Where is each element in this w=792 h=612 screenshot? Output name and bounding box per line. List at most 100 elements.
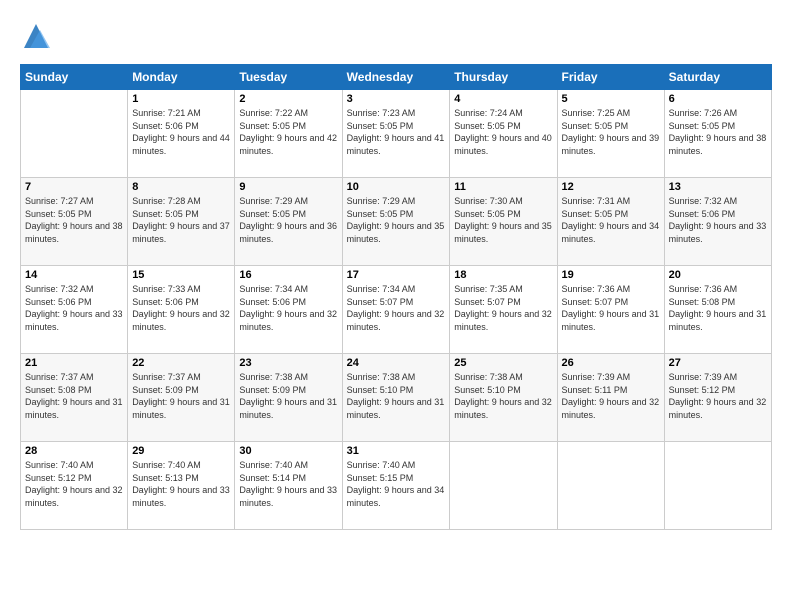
- day-info: Sunrise: 7:26 AMSunset: 5:05 PMDaylight:…: [669, 107, 767, 157]
- day-info: Sunrise: 7:34 AMSunset: 5:06 PMDaylight:…: [239, 283, 337, 333]
- calendar-week-row: 7 Sunrise: 7:27 AMSunset: 5:05 PMDaylight…: [21, 178, 772, 266]
- calendar-cell: 15 Sunrise: 7:33 AMSunset: 5:06 PMDayligh…: [128, 266, 235, 354]
- calendar-cell: [450, 442, 557, 530]
- day-number: 26: [562, 357, 660, 369]
- calendar-cell: 6 Sunrise: 7:26 AMSunset: 5:05 PMDaylight…: [664, 90, 771, 178]
- day-info: Sunrise: 7:40 AMSunset: 5:14 PMDaylight:…: [239, 459, 337, 509]
- calendar-header-row: SundayMondayTuesdayWednesdayThursdayFrid…: [21, 65, 772, 90]
- day-number: 18: [454, 269, 552, 281]
- day-number: 20: [669, 269, 767, 281]
- calendar-cell: 13 Sunrise: 7:32 AMSunset: 5:06 PMDayligh…: [664, 178, 771, 266]
- calendar-header-sunday: Sunday: [21, 65, 128, 90]
- day-number: 3: [347, 93, 446, 105]
- calendar-header-tuesday: Tuesday: [235, 65, 342, 90]
- calendar-cell: 27Sunrise: 7:39 AMSunset: 5:12 PMDayligh…: [664, 354, 771, 442]
- day-number: 7: [25, 181, 123, 193]
- calendar-header-monday: Monday: [128, 65, 235, 90]
- calendar-cell: 21 Sunrise: 7:37 AMSunset: 5:08 PMDayligh…: [21, 354, 128, 442]
- day-info: Sunrise: 7:31 AMSunset: 5:05 PMDaylight:…: [562, 195, 660, 245]
- day-info: Sunrise: 7:21 AMSunset: 5:06 PMDaylight:…: [132, 107, 230, 157]
- day-number: 24: [347, 357, 446, 369]
- day-info: Sunrise: 7:33 AMSunset: 5:06 PMDaylight:…: [132, 283, 230, 333]
- day-number: 29: [132, 445, 230, 457]
- day-info: Sunrise: 7:38 AMSunset: 5:09 PMDaylight:…: [239, 371, 337, 421]
- header: [20, 20, 772, 52]
- calendar-cell: 11Sunrise: 7:30 AMSunset: 5:05 PMDayligh…: [450, 178, 557, 266]
- calendar-cell: 16 Sunrise: 7:34 AMSunset: 5:06 PMDayligh…: [235, 266, 342, 354]
- day-number: 15: [132, 269, 230, 281]
- day-number: 17: [347, 269, 446, 281]
- day-number: 16: [239, 269, 337, 281]
- day-info: Sunrise: 7:40 AMSunset: 5:13 PMDaylight:…: [132, 459, 230, 509]
- calendar-cell: 24 Sunrise: 7:38 AMSunset: 5:10 PMDayligh…: [342, 354, 450, 442]
- day-info: Sunrise: 7:38 AMSunset: 5:10 PMDaylight:…: [347, 371, 446, 421]
- day-info: Sunrise: 7:37 AMSunset: 5:08 PMDaylight:…: [25, 371, 123, 421]
- logo-icon: [20, 20, 52, 52]
- day-number: 19: [562, 269, 660, 281]
- calendar-cell: 31 Sunrise: 7:40 AMSunset: 5:15 PMDayligh…: [342, 442, 450, 530]
- day-info: Sunrise: 7:22 AMSunset: 5:05 PMDaylight:…: [239, 107, 337, 157]
- day-number: 2: [239, 93, 337, 105]
- calendar-cell: 1 Sunrise: 7:21 AMSunset: 5:06 PMDaylight…: [128, 90, 235, 178]
- calendar-cell: 18Sunrise: 7:35 AMSunset: 5:07 PMDayligh…: [450, 266, 557, 354]
- calendar-cell: 25 Sunrise: 7:38 AMSunset: 5:10 PMDayligh…: [450, 354, 557, 442]
- day-info: Sunrise: 7:34 AMSunset: 5:07 PMDaylight:…: [347, 283, 446, 333]
- day-number: 8: [132, 181, 230, 193]
- calendar-cell: 26 Sunrise: 7:39 AMSunset: 5:11 PMDayligh…: [557, 354, 664, 442]
- day-number: 6: [669, 93, 767, 105]
- day-number: 10: [347, 181, 446, 193]
- day-number: 25: [454, 357, 552, 369]
- calendar-header-friday: Friday: [557, 65, 664, 90]
- calendar-week-row: 1 Sunrise: 7:21 AMSunset: 5:06 PMDaylight…: [21, 90, 772, 178]
- calendar-header-wednesday: Wednesday: [342, 65, 450, 90]
- day-info: Sunrise: 7:24 AMSunset: 5:05 PMDaylight:…: [454, 107, 552, 157]
- logo: [20, 20, 52, 52]
- day-number: 31: [347, 445, 446, 457]
- day-number: 14: [25, 269, 123, 281]
- day-info: Sunrise: 7:39 AMSunset: 5:11 PMDaylight:…: [562, 371, 660, 421]
- calendar-cell: [664, 442, 771, 530]
- calendar-cell: 3 Sunrise: 7:23 AMSunset: 5:05 PMDaylight…: [342, 90, 450, 178]
- day-number: 28: [25, 445, 123, 457]
- day-number: 21: [25, 357, 123, 369]
- day-info: Sunrise: 7:39 AMSunset: 5:12 PMDaylight:…: [669, 371, 767, 421]
- day-number: 12: [562, 181, 660, 193]
- calendar-cell: 12 Sunrise: 7:31 AMSunset: 5:05 PMDayligh…: [557, 178, 664, 266]
- day-info: Sunrise: 7:23 AMSunset: 5:05 PMDaylight:…: [347, 107, 446, 157]
- day-info: Sunrise: 7:40 AMSunset: 5:15 PMDaylight:…: [347, 459, 446, 509]
- day-info: Sunrise: 7:29 AMSunset: 5:05 PMDaylight:…: [239, 195, 337, 245]
- calendar-week-row: 21 Sunrise: 7:37 AMSunset: 5:08 PMDayligh…: [21, 354, 772, 442]
- day-number: 9: [239, 181, 337, 193]
- calendar-cell: 5Sunrise: 7:25 AMSunset: 5:05 PMDaylight…: [557, 90, 664, 178]
- day-info: Sunrise: 7:29 AMSunset: 5:05 PMDaylight:…: [347, 195, 446, 245]
- calendar-header-thursday: Thursday: [450, 65, 557, 90]
- calendar-cell: 10 Sunrise: 7:29 AMSunset: 5:05 PMDayligh…: [342, 178, 450, 266]
- calendar-cell: 2 Sunrise: 7:22 AMSunset: 5:05 PMDaylight…: [235, 90, 342, 178]
- day-number: 22: [132, 357, 230, 369]
- calendar-cell: 23 Sunrise: 7:38 AMSunset: 5:09 PMDayligh…: [235, 354, 342, 442]
- day-number: 23: [239, 357, 337, 369]
- calendar-cell: 8 Sunrise: 7:28 AMSunset: 5:05 PMDaylight…: [128, 178, 235, 266]
- day-number: 30: [239, 445, 337, 457]
- calendar-cell: [21, 90, 128, 178]
- calendar-cell: 22Sunrise: 7:37 AMSunset: 5:09 PMDayligh…: [128, 354, 235, 442]
- calendar-table: SundayMondayTuesdayWednesdayThursdayFrid…: [20, 64, 772, 530]
- calendar-cell: 29 Sunrise: 7:40 AMSunset: 5:13 PMDayligh…: [128, 442, 235, 530]
- calendar-cell: 4Sunrise: 7:24 AMSunset: 5:05 PMDaylight…: [450, 90, 557, 178]
- day-info: Sunrise: 7:28 AMSunset: 5:05 PMDaylight:…: [132, 195, 230, 245]
- day-info: Sunrise: 7:36 AMSunset: 5:07 PMDaylight:…: [562, 283, 660, 333]
- calendar-header-saturday: Saturday: [664, 65, 771, 90]
- calendar-cell: 17 Sunrise: 7:34 AMSunset: 5:07 PMDayligh…: [342, 266, 450, 354]
- day-info: Sunrise: 7:36 AMSunset: 5:08 PMDaylight:…: [669, 283, 767, 333]
- calendar-cell: 20 Sunrise: 7:36 AMSunset: 5:08 PMDayligh…: [664, 266, 771, 354]
- day-number: 11: [454, 181, 552, 193]
- day-number: 13: [669, 181, 767, 193]
- day-info: Sunrise: 7:38 AMSunset: 5:10 PMDaylight:…: [454, 371, 552, 421]
- page: SundayMondayTuesdayWednesdayThursdayFrid…: [0, 0, 792, 612]
- calendar-week-row: 14Sunrise: 7:32 AMSunset: 5:06 PMDayligh…: [21, 266, 772, 354]
- calendar-cell: 19 Sunrise: 7:36 AMSunset: 5:07 PMDayligh…: [557, 266, 664, 354]
- day-info: Sunrise: 7:32 AMSunset: 5:06 PMDaylight:…: [669, 195, 767, 245]
- day-number: 5: [562, 93, 660, 105]
- day-info: Sunrise: 7:27 AMSunset: 5:05 PMDaylight:…: [25, 195, 123, 245]
- day-number: 1: [132, 93, 230, 105]
